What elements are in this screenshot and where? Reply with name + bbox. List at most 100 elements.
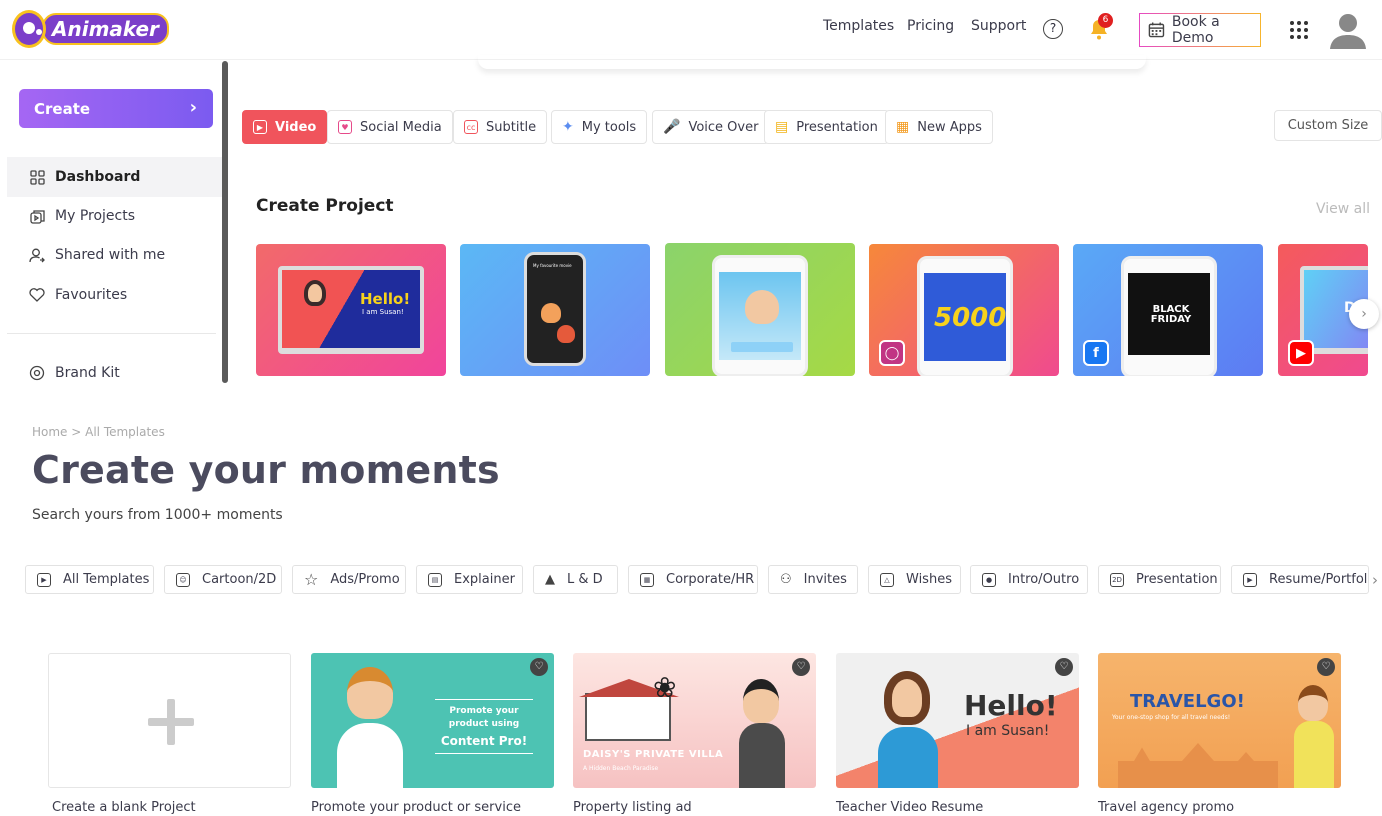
category-corporate-hr[interactable]: ▦ Corporate/HR — [628, 565, 758, 594]
sidebar-item-my-projects[interactable]: My Projects — [7, 196, 222, 236]
mic-icon: 🎤 — [663, 119, 681, 135]
template-label: Promote your product or service — [311, 800, 521, 815]
sidebar-scrollbar[interactable] — [222, 61, 228, 383]
notification-badge: 6 — [1098, 13, 1113, 28]
tab-video[interactable]: ▶ Video — [242, 110, 328, 144]
template-label: Property listing ad — [573, 800, 692, 815]
favourite-heart-icon[interactable]: ♡ — [1317, 658, 1335, 676]
book-demo-button[interactable]: Book a Demo — [1139, 13, 1261, 47]
tab-label: My tools — [581, 119, 637, 135]
category-invites[interactable]: ⚇ Invites — [768, 565, 858, 594]
help-icon[interactable]: ? — [1043, 19, 1063, 39]
image-icon: △ — [880, 572, 894, 587]
search-bar-shadow — [478, 55, 1146, 69]
category-label: Resume/Portfolio — [1269, 572, 1369, 587]
character-figure — [743, 679, 779, 723]
nav-templates[interactable]: Templates — [823, 18, 894, 34]
play-icon: ▶ — [253, 120, 267, 134]
project-card-portrait[interactable]: My favourite movie — [460, 244, 650, 376]
youtube-icon: ▶ — [1288, 340, 1314, 366]
category-presentation[interactable]: 2D Presentation — [1098, 565, 1221, 594]
sidebar-item-brand-kit[interactable]: Brand Kit — [7, 353, 222, 393]
template-card-travel[interactable]: TRAVELGO! Your one-stop shop for all tra… — [1098, 653, 1341, 788]
promo-line-2: product using — [448, 719, 520, 729]
favourite-heart-icon[interactable]: ♡ — [792, 658, 810, 676]
sidebar-item-favourites[interactable]: Favourites — [7, 275, 222, 315]
teacher-hello: Hello! — [964, 689, 1058, 722]
animaker-logo[interactable]: Animaker — [12, 10, 169, 48]
sidebar-item-shared[interactable]: Shared with me — [7, 235, 222, 275]
monuments-silhouette — [1118, 743, 1278, 788]
chevron-right-icon: › — [189, 97, 197, 118]
user-share-icon — [29, 247, 45, 263]
villa-subtitle: A Hidden Beach Paradise — [583, 765, 659, 772]
tab-label: Voice Over — [688, 119, 759, 135]
apps-grid-icon[interactable] — [1290, 21, 1308, 39]
favourite-heart-icon[interactable]: ♡ — [1055, 658, 1073, 676]
category-ads-promo[interactable]: ☆ Ads/Promo — [292, 565, 406, 594]
blank-project-card[interactable] — [48, 653, 291, 788]
explainer-icon: ▤ — [428, 572, 442, 587]
phone-mockup: My favourite movie — [524, 252, 586, 366]
category-l-and-d[interactable]: ▲ L & D — [533, 565, 618, 594]
top-header: Animaker Templates Pricing Support ? 6 B… — [0, 0, 1382, 60]
tab-social-media[interactable]: ♥ Social Media — [327, 110, 453, 144]
travelgo-subtitle: Your one-stop shop for all travel needs! — [1112, 714, 1231, 721]
tab-label: Subtitle — [486, 119, 537, 135]
divider-line — [435, 699, 533, 700]
sidebar-item-dashboard[interactable]: Dashboard — [7, 157, 222, 197]
create-project-title: Create Project — [256, 196, 394, 216]
card-5000-text: 5000 — [934, 303, 1007, 333]
laptop-mockup: Hello! I am Susan! — [278, 266, 424, 354]
character-figure — [884, 671, 930, 725]
nav-pricing[interactable]: Pricing — [907, 18, 954, 34]
character-body — [878, 727, 938, 788]
category-resume-portfolio[interactable]: ▶ Resume/Portfolio — [1231, 565, 1369, 594]
category-explainer[interactable]: ▤ Explainer — [416, 565, 523, 594]
template-card-teacher[interactable]: Hello! I am Susan! ♡ — [836, 653, 1079, 788]
tab-subtitle[interactable]: cc Subtitle — [453, 110, 548, 144]
chevron-right-icon[interactable]: › — [1372, 571, 1378, 589]
logo-mascot-icon — [12, 10, 46, 48]
sidebar-item-label: Dashboard — [55, 169, 141, 185]
category-label: Invites — [803, 572, 847, 587]
template-label: Teacher Video Resume — [836, 800, 984, 815]
view-all-link[interactable]: View all — [1316, 201, 1370, 217]
phone-mockup: 5000 — [917, 256, 1013, 376]
cartoon-icon: ☺ — [176, 572, 190, 587]
card-hello-text: Hello! — [360, 290, 411, 308]
user-avatar-icon[interactable] — [1328, 12, 1368, 50]
project-card-landscape[interactable]: Hello! I am Susan! — [256, 244, 446, 376]
tab-my-tools[interactable]: ✦ My tools — [551, 110, 648, 144]
apps-icon: ▦ — [896, 119, 910, 135]
category-all-templates[interactable]: ▶ All Templates — [25, 565, 154, 594]
character-figure — [347, 667, 393, 719]
tab-voice-over[interactable]: 🎤 Voice Over — [652, 110, 770, 144]
template-card-promote[interactable]: Promote your product using Content Pro! … — [311, 653, 554, 788]
carousel-next-button[interactable]: › — [1349, 299, 1379, 329]
create-button[interactable]: Create › — [19, 89, 213, 128]
project-card-instagram[interactable]: 5000 ◯ — [869, 244, 1059, 376]
project-card-story[interactable] — [665, 243, 855, 376]
category-label: All Templates — [63, 572, 150, 587]
favourite-heart-icon[interactable]: ♡ — [530, 658, 548, 676]
character-figure — [557, 325, 575, 343]
sidebar-item-label: Brand Kit — [55, 365, 120, 381]
2d-icon: 2D — [1110, 572, 1124, 587]
project-card-facebook[interactable]: BLACK FRIDAY f — [1073, 244, 1263, 376]
nav-support[interactable]: Support — [971, 18, 1026, 34]
template-card-property[interactable]: ❀ DAISY'S PRIVATE VILLA A Hidden Beach P… — [573, 653, 816, 788]
custom-size-button[interactable]: Custom Size — [1274, 110, 1382, 141]
category-intro-outro[interactable]: ● Intro/Outro — [970, 565, 1088, 594]
tab-presentation[interactable]: ▤ Presentation — [764, 110, 889, 144]
breadcrumb[interactable]: Home > All Templates — [32, 425, 165, 439]
character-body — [1294, 721, 1334, 788]
category-cartoon[interactable]: ☺ Cartoon/2D — [164, 565, 282, 594]
category-label: Corporate/HR — [666, 572, 755, 587]
category-wishes[interactable]: △ Wishes — [868, 565, 961, 594]
plus-icon — [148, 699, 194, 745]
sidebar-item-label: Shared with me — [55, 247, 166, 263]
tab-new-apps[interactable]: ▦ New Apps — [885, 110, 993, 144]
template-label: Travel agency promo — [1098, 800, 1235, 815]
card-screen-text: My favourite movie — [533, 263, 572, 268]
